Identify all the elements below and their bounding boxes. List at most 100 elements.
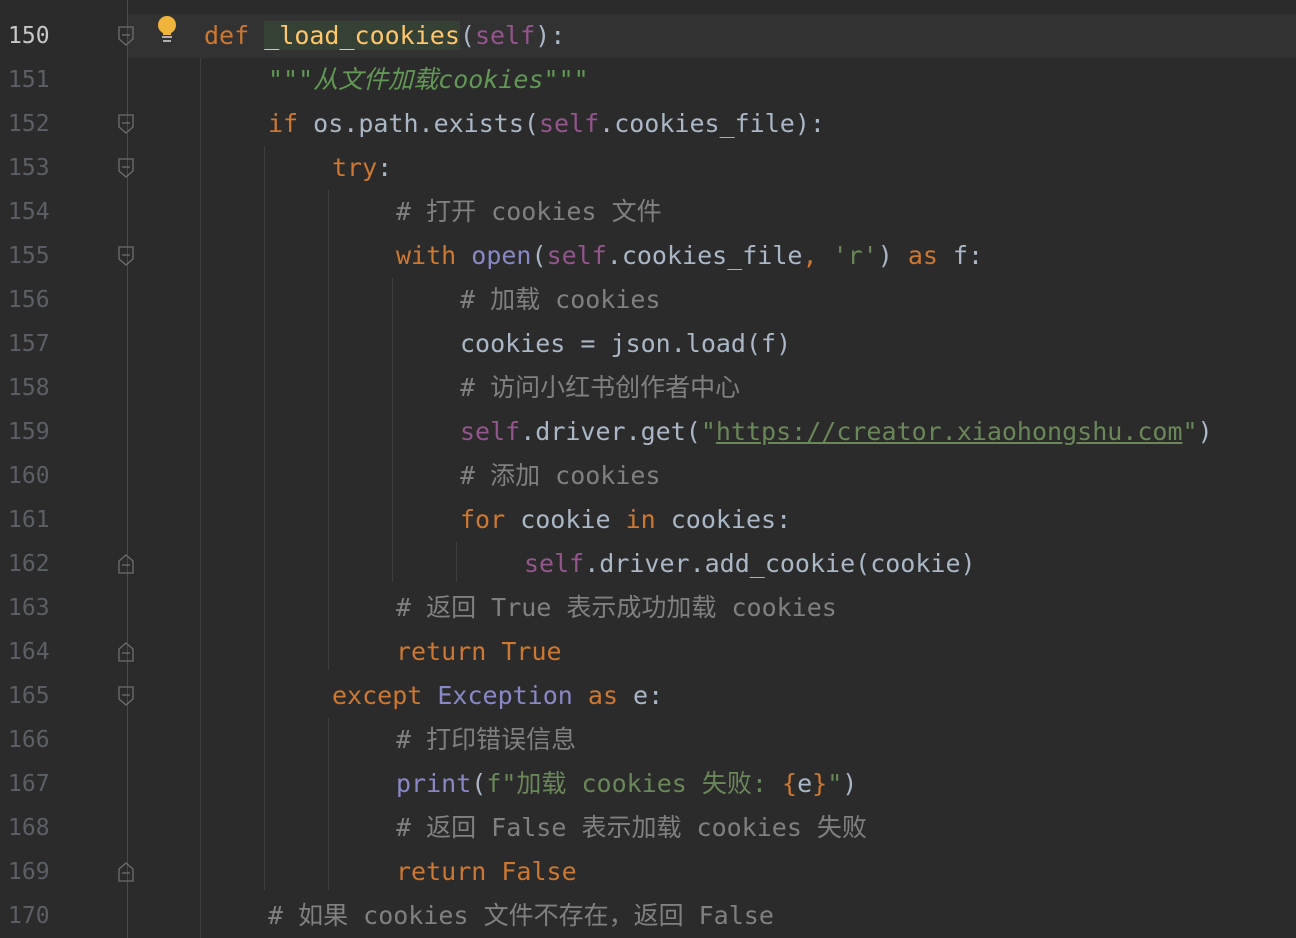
keyword-if: if bbox=[268, 109, 299, 138]
line-number[interactable]: 152 bbox=[8, 102, 68, 146]
paren: ) bbox=[842, 769, 858, 798]
fold-open-icon[interactable] bbox=[118, 114, 134, 134]
brace: { bbox=[782, 769, 798, 798]
fold-open-icon[interactable] bbox=[118, 686, 134, 706]
expression: .cookies_file): bbox=[599, 109, 825, 138]
line-number[interactable]: 157 bbox=[8, 322, 68, 366]
code-line-158[interactable]: # 访问小红书创作者中心 bbox=[460, 366, 740, 410]
brace: } bbox=[812, 769, 828, 798]
code-line-165[interactable]: except Exception as e: bbox=[332, 674, 663, 718]
paren: ( bbox=[531, 241, 547, 270]
paren: ( bbox=[471, 769, 487, 798]
self-param: self bbox=[474, 21, 536, 50]
line-number[interactable]: 155 bbox=[8, 234, 68, 278]
code-line-170[interactable]: # 如果 cookies 文件不存在，返回 False bbox=[268, 894, 774, 938]
line-number[interactable]: 163 bbox=[8, 586, 68, 630]
keyword-return: return bbox=[396, 857, 487, 886]
code-line-167[interactable]: print(f"加载 cookies 失败: {e}") bbox=[396, 762, 857, 806]
line-number[interactable]: 170 bbox=[8, 894, 68, 938]
self-ref: self bbox=[460, 417, 521, 446]
code-line-168[interactable]: # 返回 False 表示加载 cookies 失败 bbox=[396, 806, 867, 850]
line-number[interactable]: 164 bbox=[8, 630, 68, 674]
line-number[interactable]: 166 bbox=[8, 718, 68, 762]
line-number[interactable]: 156 bbox=[8, 278, 68, 322]
code-line-157[interactable]: cookies = json.load(f) bbox=[460, 322, 791, 366]
comment: # 如果 cookies 文件不存在，返回 False bbox=[268, 901, 774, 930]
code-line-161[interactable]: for cookie in cookies: bbox=[460, 498, 791, 542]
fold-open-icon[interactable] bbox=[118, 246, 134, 266]
self-ref: self bbox=[538, 109, 600, 138]
indent-guide bbox=[328, 718, 329, 890]
indent-guide bbox=[456, 542, 457, 582]
fold-close-icon[interactable] bbox=[118, 642, 134, 662]
comment: # 加载 cookies bbox=[460, 285, 661, 314]
colon: : bbox=[377, 153, 393, 182]
statement: cookies = json.load(f) bbox=[460, 329, 792, 358]
self-ref: self bbox=[524, 549, 585, 578]
line-number-gutter[interactable]: 150 151 152 153 154 155 156 157 158 159 160 161 162 1… bbox=[0, 0, 134, 938]
comment: # 打开 cookies 文件 bbox=[396, 197, 662, 226]
function-name[interactable]: _load_cookies bbox=[264, 21, 460, 50]
line-number[interactable]: 160 bbox=[8, 454, 68, 498]
builtin-open: open bbox=[471, 241, 532, 270]
variable: cookie bbox=[505, 505, 626, 534]
code-line-152[interactable]: if os.path.exists(self.cookies_file): bbox=[268, 102, 825, 146]
line-number[interactable]: 158 bbox=[8, 366, 68, 410]
indent-guide bbox=[264, 146, 265, 890]
line-number[interactable]: 167 bbox=[8, 762, 68, 806]
fold-open-icon[interactable] bbox=[118, 26, 134, 46]
line-number[interactable]: 154 bbox=[8, 190, 68, 234]
variable: e: bbox=[618, 681, 664, 710]
code-line-164[interactable]: return True bbox=[396, 630, 562, 674]
line-number[interactable]: 168 bbox=[8, 806, 68, 850]
boolean-true: True bbox=[486, 637, 562, 666]
code-line-150[interactable]: def _load_cookies(self): bbox=[204, 14, 565, 58]
fstring: f"加载 cookies 失败: bbox=[486, 769, 782, 798]
self-ref: self bbox=[546, 241, 607, 270]
indent-guide bbox=[200, 58, 201, 938]
line-number[interactable]: 162 bbox=[8, 542, 68, 586]
code-line-153[interactable]: try: bbox=[332, 146, 392, 190]
line-number[interactable]: 151 bbox=[8, 58, 68, 102]
comment: # 添加 cookies bbox=[460, 461, 661, 490]
url-link[interactable]: https://creator.xiaohongshu.com bbox=[716, 417, 1183, 446]
builtin-print: print bbox=[396, 769, 472, 798]
code-line-162[interactable]: self.driver.add_cookie(cookie) bbox=[524, 542, 976, 586]
fold-close-icon[interactable] bbox=[118, 554, 134, 574]
keyword-except: except bbox=[332, 681, 423, 710]
line-number[interactable]: 165 bbox=[8, 674, 68, 718]
code-editor[interactable]: 150 151 152 153 154 155 156 157 158 159 160 161 162 1… bbox=[0, 0, 1296, 938]
line-number[interactable]: 153 bbox=[8, 146, 68, 190]
line-number[interactable]: 169 bbox=[8, 850, 68, 894]
code-line-156[interactable]: # 加载 cookies bbox=[460, 278, 661, 322]
expression: .cookies_file bbox=[606, 241, 803, 270]
code-line-169[interactable]: return False bbox=[396, 850, 577, 894]
variable: f: bbox=[937, 241, 984, 270]
quote: " bbox=[827, 769, 843, 798]
quote: " bbox=[1182, 417, 1198, 446]
comment: # 返回 True 表示成功加载 cookies bbox=[396, 593, 837, 622]
code-line-163[interactable]: # 返回 True 表示成功加载 cookies bbox=[396, 586, 837, 630]
expression: .driver.add_cookie(cookie) bbox=[584, 549, 976, 578]
code-line-159[interactable]: self.driver.get( "https://creator.xiaohon… bbox=[460, 410, 1213, 454]
paren: ) bbox=[1197, 417, 1213, 446]
code-line-151[interactable]: """从文件加载cookies""" bbox=[268, 58, 589, 102]
string-literal: 'r' bbox=[832, 241, 878, 270]
expression: .driver.get( bbox=[520, 417, 701, 446]
code-line-166[interactable]: # 打印错误信息 bbox=[396, 718, 576, 762]
keyword-with: with bbox=[396, 241, 457, 270]
code-line-155[interactable]: with open(self.cookies_file, 'r') as f: bbox=[396, 234, 983, 278]
line-number[interactable]: 161 bbox=[8, 498, 68, 542]
fold-open-icon[interactable] bbox=[118, 158, 134, 178]
code-line-160[interactable]: # 添加 cookies bbox=[460, 454, 661, 498]
line-number[interactable]: 150 bbox=[8, 14, 68, 58]
keyword-try: try bbox=[332, 153, 378, 182]
docstring: """从文件加载cookies""" bbox=[268, 65, 589, 94]
keyword-as: as bbox=[587, 681, 618, 710]
keyword-def: def bbox=[204, 21, 250, 50]
fold-close-icon[interactable] bbox=[118, 862, 134, 882]
paren: ( bbox=[459, 21, 475, 50]
line-number[interactable]: 159 bbox=[8, 410, 68, 454]
lightbulb-icon[interactable] bbox=[156, 15, 178, 45]
code-line-154[interactable]: # 打开 cookies 文件 bbox=[396, 190, 662, 234]
